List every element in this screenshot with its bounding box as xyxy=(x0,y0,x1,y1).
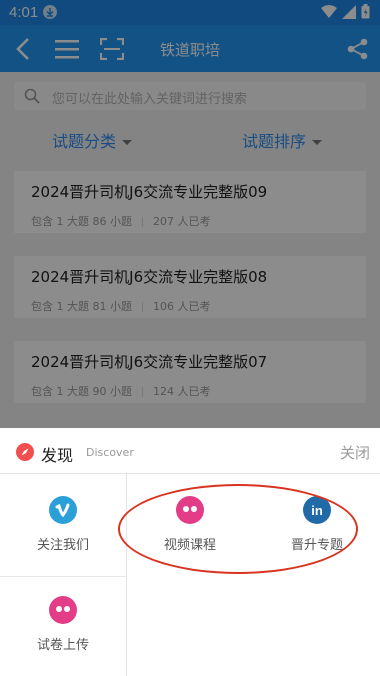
exam-takers: 207 人已考 xyxy=(152,215,211,228)
exam-contains: 包含 1 大题 90 小题 xyxy=(31,385,132,398)
exam-title: 2024晋升司机J6交流专业完整版07 xyxy=(31,353,268,371)
app-bar: 铁道职培 xyxy=(0,25,380,72)
follow-us-item[interactable]: 关注我们 xyxy=(0,476,126,576)
exam-takers: 124 人已考 xyxy=(152,385,211,398)
upload-exam-label: 试卷上传 xyxy=(36,638,89,653)
divider xyxy=(141,302,143,312)
exam-title: 2024晋升司机J6交流专业完整版09 xyxy=(31,183,268,201)
page-title: 铁道职培 xyxy=(159,41,220,59)
exam-meta: 包含 1 大题 90 小题 124 人已考 xyxy=(31,383,210,399)
exam-card[interactable]: 2024晋升司机J6交流专业完整版08 包含 1 大题 81 小题 106 人已考 xyxy=(14,256,366,318)
vimeo-icon xyxy=(49,496,77,524)
exam-card[interactable]: 2024晋升司机J6交流专业完整版07 包含 1 大题 90 小题 124 人已考 xyxy=(14,341,366,403)
video-course-label: 视频课程 xyxy=(163,538,216,553)
sheet-header: 发现 Discover 关闭 xyxy=(0,428,380,474)
signal-icon xyxy=(342,4,356,19)
search-input[interactable]: 您可以在此处输入关键词进行搜索 xyxy=(52,88,247,107)
exam-title: 2024晋升司机J6交流专业完整版08 xyxy=(31,268,268,286)
filter-category-label: 试题分类 xyxy=(52,132,117,151)
promotion-topic-label: 晋升专题 xyxy=(290,538,343,553)
svg-text:in: in xyxy=(311,503,323,518)
caret-down-icon xyxy=(122,140,133,145)
discover-sheet: 发现 Discover 关闭 关注我们 视频课程 in 晋升专题 试卷上传 xyxy=(0,428,380,676)
status-time: 4:01 xyxy=(9,4,39,21)
search-icon xyxy=(24,88,40,104)
sheet-subtitle: Discover xyxy=(86,446,134,459)
upload-exam-item[interactable]: 试卷上传 xyxy=(0,576,126,676)
filter-sort-label: 试题排序 xyxy=(242,132,307,151)
caret-down-icon xyxy=(312,140,323,145)
flickr-icon xyxy=(176,496,204,524)
exam-card[interactable]: 2024晋升司机J6交流专业完整版09 包含 1 大题 86 小题 207 人已考 xyxy=(14,171,366,233)
follow-us-label: 关注我们 xyxy=(36,538,89,553)
system-icons xyxy=(321,4,370,19)
promotion-topic-item[interactable]: in 晋升专题 xyxy=(254,476,380,576)
sheet-title: 发现 xyxy=(41,446,74,465)
compass-icon xyxy=(16,443,34,461)
divider xyxy=(141,217,143,227)
video-course-item[interactable]: 视频课程 xyxy=(127,476,253,576)
close-button[interactable]: 关闭 xyxy=(340,442,370,463)
linkedin-icon: in xyxy=(303,496,331,524)
search-bar[interactable]: 您可以在此处输入关键词进行搜索 xyxy=(14,82,366,110)
exam-contains: 包含 1 大题 81 小题 xyxy=(31,300,132,313)
wifi-icon xyxy=(321,4,337,18)
battery-icon xyxy=(361,4,370,19)
share-icon xyxy=(347,38,368,59)
exam-meta: 包含 1 大题 86 小题 207 人已考 xyxy=(31,213,210,229)
filter-sort[interactable]: 试题排序 xyxy=(242,128,323,152)
status-bar: 4:01 xyxy=(0,0,380,25)
divider xyxy=(141,387,143,397)
exam-contains: 包含 1 大题 86 小题 xyxy=(31,215,132,228)
download-icon xyxy=(43,5,57,19)
exam-takers: 106 人已考 xyxy=(152,300,211,313)
share-button[interactable] xyxy=(346,25,370,72)
flickr-icon xyxy=(49,596,77,624)
filter-category[interactable]: 试题分类 xyxy=(52,128,133,152)
exam-meta: 包含 1 大题 81 小题 106 人已考 xyxy=(31,298,210,314)
